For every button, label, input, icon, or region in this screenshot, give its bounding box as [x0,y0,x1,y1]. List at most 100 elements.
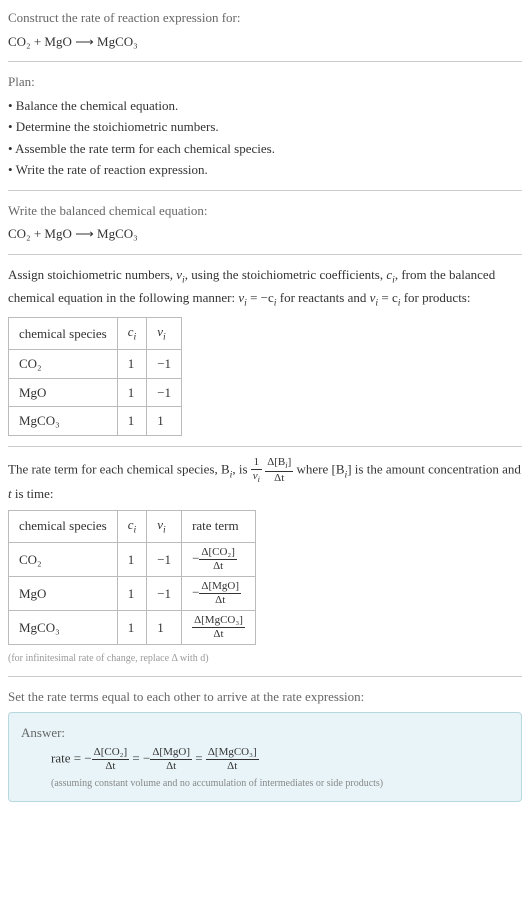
text: chemical species [19,518,107,533]
cell-nu: 1 [147,610,182,644]
cell-species: MgO [9,576,118,610]
table-row: MgO 1 −1 −Δ[MgO]Δt [9,576,256,610]
frac-num: Δ[MgO] [150,747,192,760]
table-row: CO₂ 1 −1 [9,350,182,379]
divider [8,446,522,447]
text: = −c [247,290,274,305]
cell-species: CO₂ [9,542,118,576]
sub-i: i [134,524,137,535]
cell-nu: −1 [147,378,182,407]
cell-nu: −1 [147,576,182,610]
plan-item: • Write the rate of reaction expression. [8,160,522,180]
frac-den: Δt [199,560,237,572]
divider [8,254,522,255]
text: for reactants and [276,290,369,305]
sub-i: i [163,524,166,535]
text: Assign stoichiometric numbers, [8,267,176,282]
equals: = [132,750,143,765]
balanced-equation: CO₂ + MgO ⟶ MgCO₃ [8,224,522,244]
rateterm-table: chemical species ci νi rate term CO₂ 1 −… [8,510,256,645]
text: chemical species [19,326,107,341]
cell-species: MgCO₃ [9,610,118,644]
cell-species: MgCO₃ [9,407,118,436]
col-header: ci [117,317,147,349]
sign: − [84,750,91,765]
rateterm-caption: (for infinitesimal rate of change, repla… [8,651,522,666]
frac-den: Δt [192,628,245,640]
frac-num: Δ[Bi] [265,457,293,472]
balanced-section: Write the balanced chemical equation: CO… [8,201,522,244]
table-row: MgCO₃ 1 1 [9,407,182,436]
cell-c: 1 [117,407,147,436]
text: where [B [296,461,344,476]
table-row: CO₂ 1 −1 −Δ[CO₂]Δt [9,542,256,576]
stoich-table: chemical species ci νi CO₂ 1 −1 MgO 1 −1… [8,317,182,436]
plan-item: • Balance the chemical equation. [8,96,522,116]
text: is time: [12,486,54,501]
text: for products: [400,290,470,305]
text: , using the stoichiometric coefficients, [185,267,387,282]
cell-c: 1 [117,576,147,610]
plan-item: • Determine the stoichiometric numbers. [8,117,522,137]
text: rate term [192,518,239,533]
col-header: chemical species [9,317,118,349]
sign: − [192,550,199,565]
cell-nu: −1 [147,542,182,576]
plan-header: Plan: [8,72,522,92]
answer-box: Answer: rate = −Δ[CO₂]Δt = −Δ[MgO]Δt = Δ… [8,712,522,802]
fraction: Δ[MgO]Δt [150,747,192,772]
fraction: Δ[MgO]Δt [199,581,241,606]
sub-i: i [134,332,137,343]
text: , is [232,461,250,476]
frac-num: Δ[CO₂] [92,747,130,760]
rateterm-section: The rate term for each chemical species,… [8,457,522,666]
col-header: chemical species [9,510,118,542]
col-header: νi [147,317,182,349]
cell-rate: −Δ[CO₂]Δt [182,542,256,576]
prompt-header: Construct the rate of reaction expressio… [8,8,522,28]
cell-c: 1 [117,350,147,379]
cell-c: 1 [117,610,147,644]
text: = c [378,290,398,305]
table-header-row: chemical species ci νi rate term [9,510,256,542]
rateterm-intro: The rate term for each chemical species,… [8,457,522,504]
fraction: Δ[MgCO₃]Δt [206,747,259,772]
table-row: MgCO₃ 1 1 Δ[MgCO₃]Δt [9,610,256,644]
equals: = [195,750,206,765]
frac-den: Δt [92,760,130,772]
cell-rate: −Δ[MgO]Δt [182,576,256,610]
frac-num: Δ[MgCO₃] [192,615,245,628]
frac-den: νi [251,470,262,484]
sign: − [192,584,199,599]
rate-prefix: rate = [51,750,84,765]
frac-num: Δ[CO₂] [199,547,237,560]
stoich-intro: Assign stoichiometric numbers, νi, using… [8,265,522,311]
divider [8,676,522,677]
text: Δ[B [267,456,285,468]
answer-note: (assuming constant volume and no accumul… [51,776,509,791]
sub-i: i [258,475,260,484]
final-section: Set the rate terms equal to each other t… [8,687,522,802]
text: Δt [274,472,284,484]
cell-species: CO₂ [9,350,118,379]
table-header-row: chemical species ci νi [9,317,182,349]
plan-section: Plan: • Balance the chemical equation. •… [8,72,522,180]
cell-nu: −1 [147,350,182,379]
fraction: Δ[MgCO₃]Δt [192,615,245,640]
prompt-equation: CO₂ + MgO ⟶ MgCO₃ [8,32,522,52]
frac-den: Δt [199,594,241,606]
prompt-section: Construct the rate of reaction expressio… [8,8,522,51]
plan-item: • Assemble the rate term for each chemic… [8,139,522,159]
answer-expression: rate = −Δ[CO₂]Δt = −Δ[MgO]Δt = Δ[MgCO₃]Δ… [51,747,509,772]
sub-i: i [163,332,166,343]
frac-num: Δ[MgO] [199,581,241,594]
cell-c: 1 [117,378,147,407]
answer-label: Answer: [21,723,509,743]
frac-num: Δ[MgCO₃] [206,747,259,760]
text: The rate term for each chemical species,… [8,461,230,476]
cell-c: 1 [117,542,147,576]
fraction: Δ[CO₂]Δt [92,747,130,772]
col-header: νi [147,510,182,542]
cell-species: MgO [9,378,118,407]
fraction: 1νi [251,457,262,484]
